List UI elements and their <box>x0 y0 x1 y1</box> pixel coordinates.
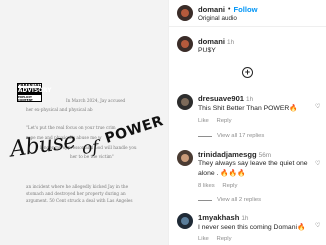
caption-username[interactable]: domani <box>198 37 225 46</box>
comment-username[interactable]: trinidadjamesgg <box>198 150 257 159</box>
comment-time: 56m <box>258 152 272 159</box>
parental-advisory-top: PARENTAL <box>17 82 42 88</box>
parental-advisory-bottom: EXPLICIT CONTENT <box>18 95 33 102</box>
post-header: domani • Follow Original audio <box>169 0 326 27</box>
heart-icon[interactable]: ♡ <box>315 222 320 229</box>
likes-count[interactable]: 8 likes <box>198 183 215 189</box>
comment-text: They always say leave the quiet one <box>198 160 308 167</box>
comment-text: This Shit Better Than POWER🔥 <box>198 105 298 112</box>
comment-user-row: 1myakhash 1h <box>198 213 248 222</box>
caption-text: PU$Y <box>198 47 216 54</box>
post-image: In March 2024, Jay accused her ex-physic… <box>0 0 168 245</box>
heart-icon[interactable]: ♡ <box>315 103 320 110</box>
comment-username[interactable]: 1myakhash <box>198 213 239 222</box>
view-replies-button[interactable]: View all 17 replies <box>198 133 264 139</box>
view-replies-button[interactable]: View all 2 replies <box>198 197 261 203</box>
doc-line: her ex-physical and physical ab <box>26 107 93 112</box>
reply-button[interactable]: Reply <box>222 183 237 189</box>
doc-line: In March 2024, Jay accused <box>66 98 126 103</box>
avatar[interactable] <box>177 5 193 21</box>
comment-time: 1h <box>241 215 249 222</box>
avatar[interactable] <box>177 150 193 166</box>
load-more-comments-button[interactable]: + <box>242 67 253 78</box>
comment-actions: 8 likes Reply <box>198 183 243 189</box>
like-button[interactable]: Like <box>198 118 209 124</box>
avatar[interactable] <box>177 213 193 229</box>
doc-line: argument. 50 Cent struck a deal with Las… <box>26 198 133 203</box>
separator-dot: • <box>228 6 231 13</box>
comment-username[interactable]: dresuave901 <box>198 94 244 103</box>
plus-icon: + <box>244 67 251 77</box>
follow-button[interactable]: Follow <box>233 5 257 14</box>
comment-text-line2: alone . 🔥🔥🔥 <box>198 170 246 177</box>
comment-user-row: dresuave901 1h <box>198 94 253 103</box>
view-replies-label: View all 2 replies <box>217 197 262 203</box>
header-username[interactable]: domani <box>198 5 225 14</box>
doc-line: stomach and destroyed her property durin… <box>26 191 126 196</box>
title-of: of <box>80 137 100 159</box>
comment-actions: Like Reply <box>198 118 238 124</box>
reply-button[interactable]: Reply <box>216 118 231 124</box>
comment-time: 1h <box>246 96 254 103</box>
divider-line <box>198 135 212 137</box>
caption-user-row: domani 1h <box>198 37 234 46</box>
header-user-row: domani • Follow <box>198 5 258 14</box>
caption-time: 1h <box>227 39 235 46</box>
heart-icon[interactable]: ♡ <box>315 160 320 167</box>
original-audio-link[interactable]: Original audio <box>198 15 237 22</box>
divider-line <box>198 199 212 201</box>
comment-actions: Like Reply <box>198 236 238 242</box>
avatar[interactable] <box>177 36 193 52</box>
doc-line: an incident where he allegedly kicked Ja… <box>26 184 129 189</box>
parental-advisory-logo: PARENTAL ADVISORY EXPLICIT CONTENT <box>17 82 52 102</box>
comment-text: I never seen this coming Domani🔥 <box>198 224 306 231</box>
view-replies-label: View all 17 replies <box>217 133 265 139</box>
like-button[interactable]: Like <box>198 236 209 242</box>
comment-user-row: trinidadjamesgg 56m <box>198 150 271 159</box>
title-abuse: Abuse <box>8 128 78 163</box>
comments-panel: domani • Follow Original audio domani 1h… <box>168 0 326 245</box>
title-power: POWER <box>103 113 166 147</box>
parental-advisory-middle: ADVISORY <box>18 87 52 95</box>
avatar[interactable] <box>177 94 193 110</box>
reply-button[interactable]: Reply <box>216 236 231 242</box>
